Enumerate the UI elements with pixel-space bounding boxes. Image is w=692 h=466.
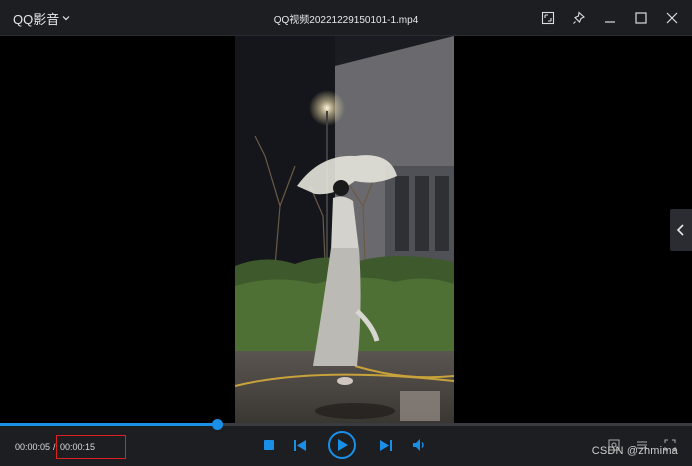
watermark-text: CSDN @zhmima — [591, 445, 678, 457]
side-panel-toggle[interactable] — [670, 209, 692, 251]
window-controls — [538, 8, 682, 28]
app-menu[interactable]: QQ影音 — [13, 9, 70, 27]
chevron-left-icon — [676, 224, 684, 236]
progress-fill — [0, 423, 218, 426]
pin-button[interactable] — [569, 8, 589, 28]
previous-icon — [294, 439, 306, 451]
current-time: 00:00:05 — [15, 442, 51, 452]
video-frame — [235, 36, 454, 423]
video-area[interactable] — [0, 36, 692, 423]
stop-icon — [264, 440, 274, 450]
play-ring — [328, 431, 356, 459]
previous-button[interactable] — [293, 438, 307, 452]
total-time-highlight — [56, 435, 126, 459]
next-icon — [380, 439, 392, 451]
close-icon — [666, 12, 678, 24]
app-menu-label: QQ影音 — [13, 11, 60, 27]
screenshot-button[interactable] — [538, 8, 558, 28]
maximize-button[interactable] — [631, 8, 651, 28]
maximize-icon — [635, 12, 647, 24]
next-button[interactable] — [379, 438, 393, 452]
pin-icon — [573, 11, 585, 24]
file-title: QQ视频20221229150101-1.mp4 — [273, 15, 419, 26]
close-button[interactable] — [662, 8, 682, 28]
minimize-button[interactable] — [600, 8, 620, 28]
volume-icon — [413, 439, 424, 451]
play-button[interactable] — [328, 431, 356, 459]
control-bar: 00:00:05 / 00:00:15 CSDN @zhmima — [0, 419, 692, 466]
minimize-icon — [605, 21, 615, 23]
title-bar: QQ影音 QQ视频20221229150101-1.mp4 — [0, 0, 692, 36]
progress-thumb[interactable] — [212, 419, 224, 430]
volume-button[interactable] — [412, 438, 428, 452]
play-icon — [337, 439, 348, 451]
screenshot-icon — [541, 11, 555, 25]
stop-button[interactable] — [262, 438, 276, 452]
progress-bar[interactable] — [0, 423, 692, 426]
chevron-down-icon — [62, 16, 70, 21]
video-image — [235, 36, 454, 423]
